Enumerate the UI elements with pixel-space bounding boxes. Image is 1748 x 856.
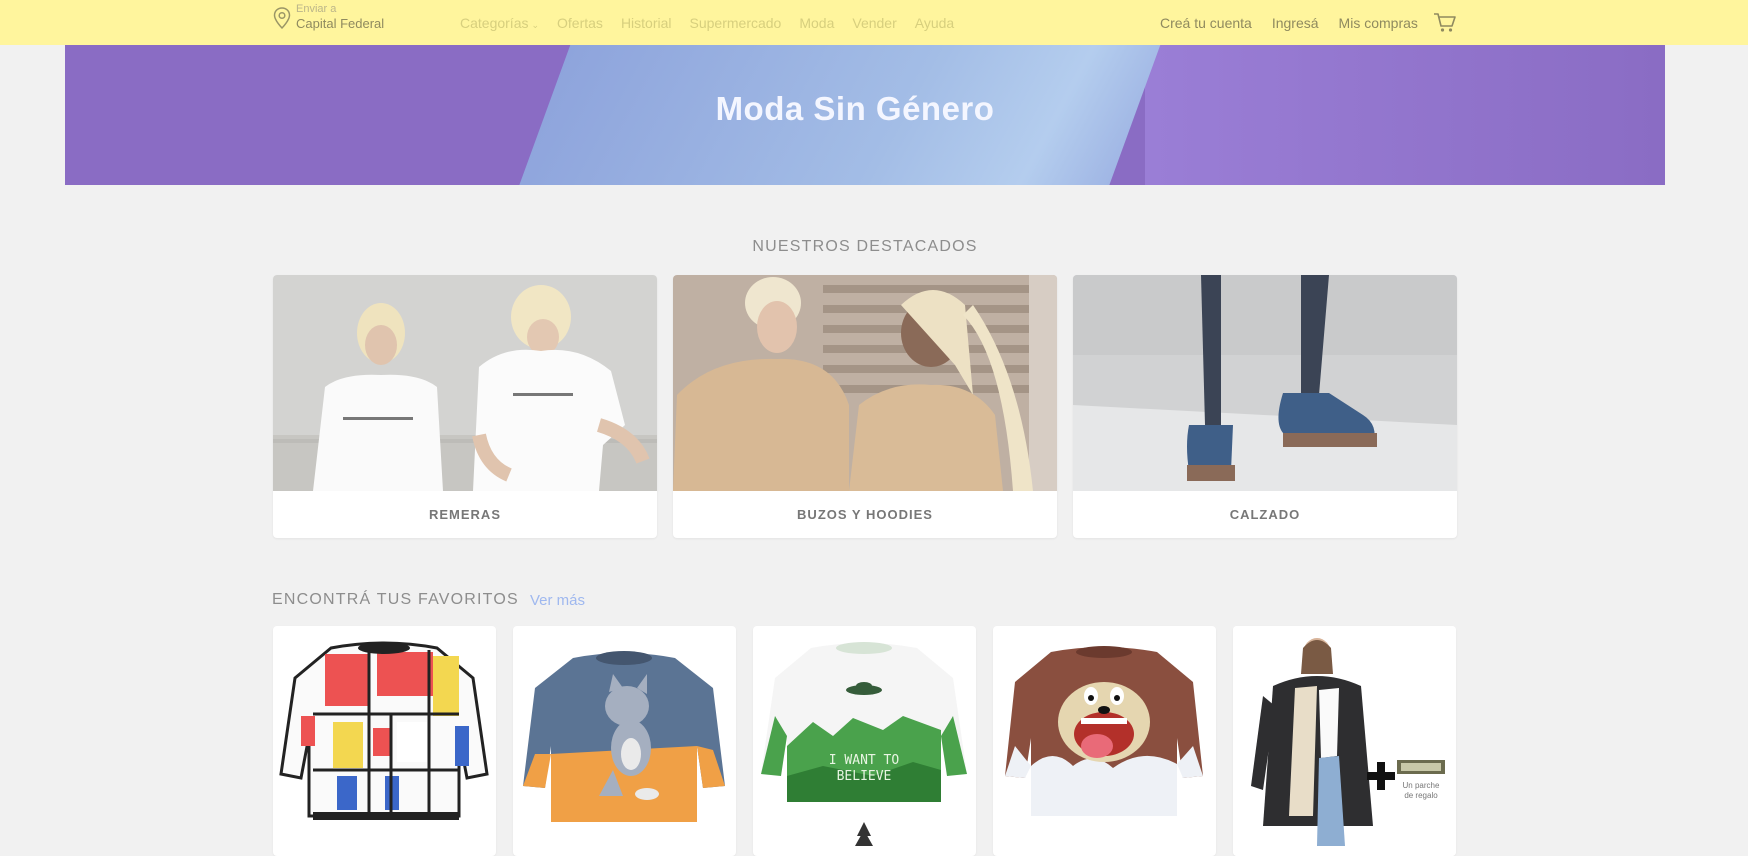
product-card[interactable]: Un parche de regalo bbox=[1233, 626, 1456, 856]
login-link[interactable]: Ingresá bbox=[1272, 15, 1319, 31]
product-card[interactable]: I WANT TO BELIEVE bbox=[753, 626, 976, 856]
nav-categorias-label: Categorías bbox=[460, 15, 529, 31]
location-value: Capital Federal bbox=[296, 16, 385, 31]
nav-vender[interactable]: Vender bbox=[852, 15, 896, 31]
product-image-taz-sweater bbox=[1005, 646, 1203, 816]
product-card[interactable] bbox=[993, 626, 1216, 856]
featured-image-buzos bbox=[673, 275, 1057, 491]
location-selector[interactable]: Enviar a Capital Federal bbox=[272, 3, 384, 32]
featured-card-buzos[interactable]: BUZOS Y HOODIES bbox=[673, 275, 1057, 538]
my-purchases-link[interactable]: Mis compras bbox=[1339, 15, 1418, 31]
hero-title: Moda Sin Género bbox=[715, 90, 995, 127]
product-card[interactable] bbox=[513, 626, 736, 856]
nav-categorias[interactable]: Categorías ⌄ bbox=[460, 15, 539, 31]
promo-line1: Un parche bbox=[1403, 781, 1440, 790]
top-bar: Enviar a Capital Federal Categorías ⌄ Ofe… bbox=[0, 0, 1748, 45]
account-links: Creá tu cuenta Ingresá Mis compras bbox=[1160, 15, 1418, 31]
location-label: Enviar a bbox=[296, 3, 337, 15]
nav-moda[interactable]: Moda bbox=[799, 15, 834, 31]
product-card[interactable] bbox=[273, 626, 496, 856]
nav-supermercado[interactable]: Supermercado bbox=[690, 15, 782, 31]
featured-label-calzado: CALZADO bbox=[1229, 507, 1301, 522]
create-account-link[interactable]: Creá tu cuenta bbox=[1160, 15, 1252, 31]
chevron-down-icon: ⌄ bbox=[531, 20, 540, 30]
featured-card-remeras[interactable]: REMERAS bbox=[273, 275, 657, 538]
product-image-believe-sweater: I WANT TO BELIEVE bbox=[761, 642, 967, 846]
product-image-cat-sweater bbox=[523, 651, 725, 822]
nav-historial[interactable]: Historial bbox=[621, 15, 672, 31]
featured-image-remeras bbox=[273, 275, 657, 491]
featured-label-buzos: BUZOS Y HOODIES bbox=[797, 507, 933, 522]
see-more-link[interactable]: Ver más bbox=[530, 592, 585, 609]
product-print-line1: I WANT TO bbox=[829, 753, 900, 768]
main-nav: Categorías ⌄ Ofertas Historial Supermerca… bbox=[460, 15, 954, 31]
featured-card-calzado[interactable]: CALZADO bbox=[1073, 275, 1457, 538]
location-pin-icon bbox=[273, 7, 291, 30]
promo-line2: de regalo bbox=[1404, 791, 1438, 800]
nav-ayuda[interactable]: Ayuda bbox=[915, 15, 954, 31]
nav-ofertas[interactable]: Ofertas bbox=[557, 15, 603, 31]
favorites-section-title: ENCONTRÁ TUS FAVORITOS bbox=[272, 591, 519, 608]
cart-icon[interactable] bbox=[1433, 12, 1457, 34]
featured-image-calzado bbox=[1073, 275, 1457, 491]
product-image-coat: Un parche de regalo bbox=[1233, 626, 1456, 856]
product-image-mondrian-sweater bbox=[279, 641, 489, 820]
hero-banner: Moda Sin Género bbox=[65, 45, 1665, 185]
featured-section-title: NUESTROS DESTACADOS bbox=[752, 238, 978, 255]
featured-label-remeras: REMERAS bbox=[428, 507, 501, 522]
product-print-line2: BELIEVE bbox=[837, 769, 892, 784]
